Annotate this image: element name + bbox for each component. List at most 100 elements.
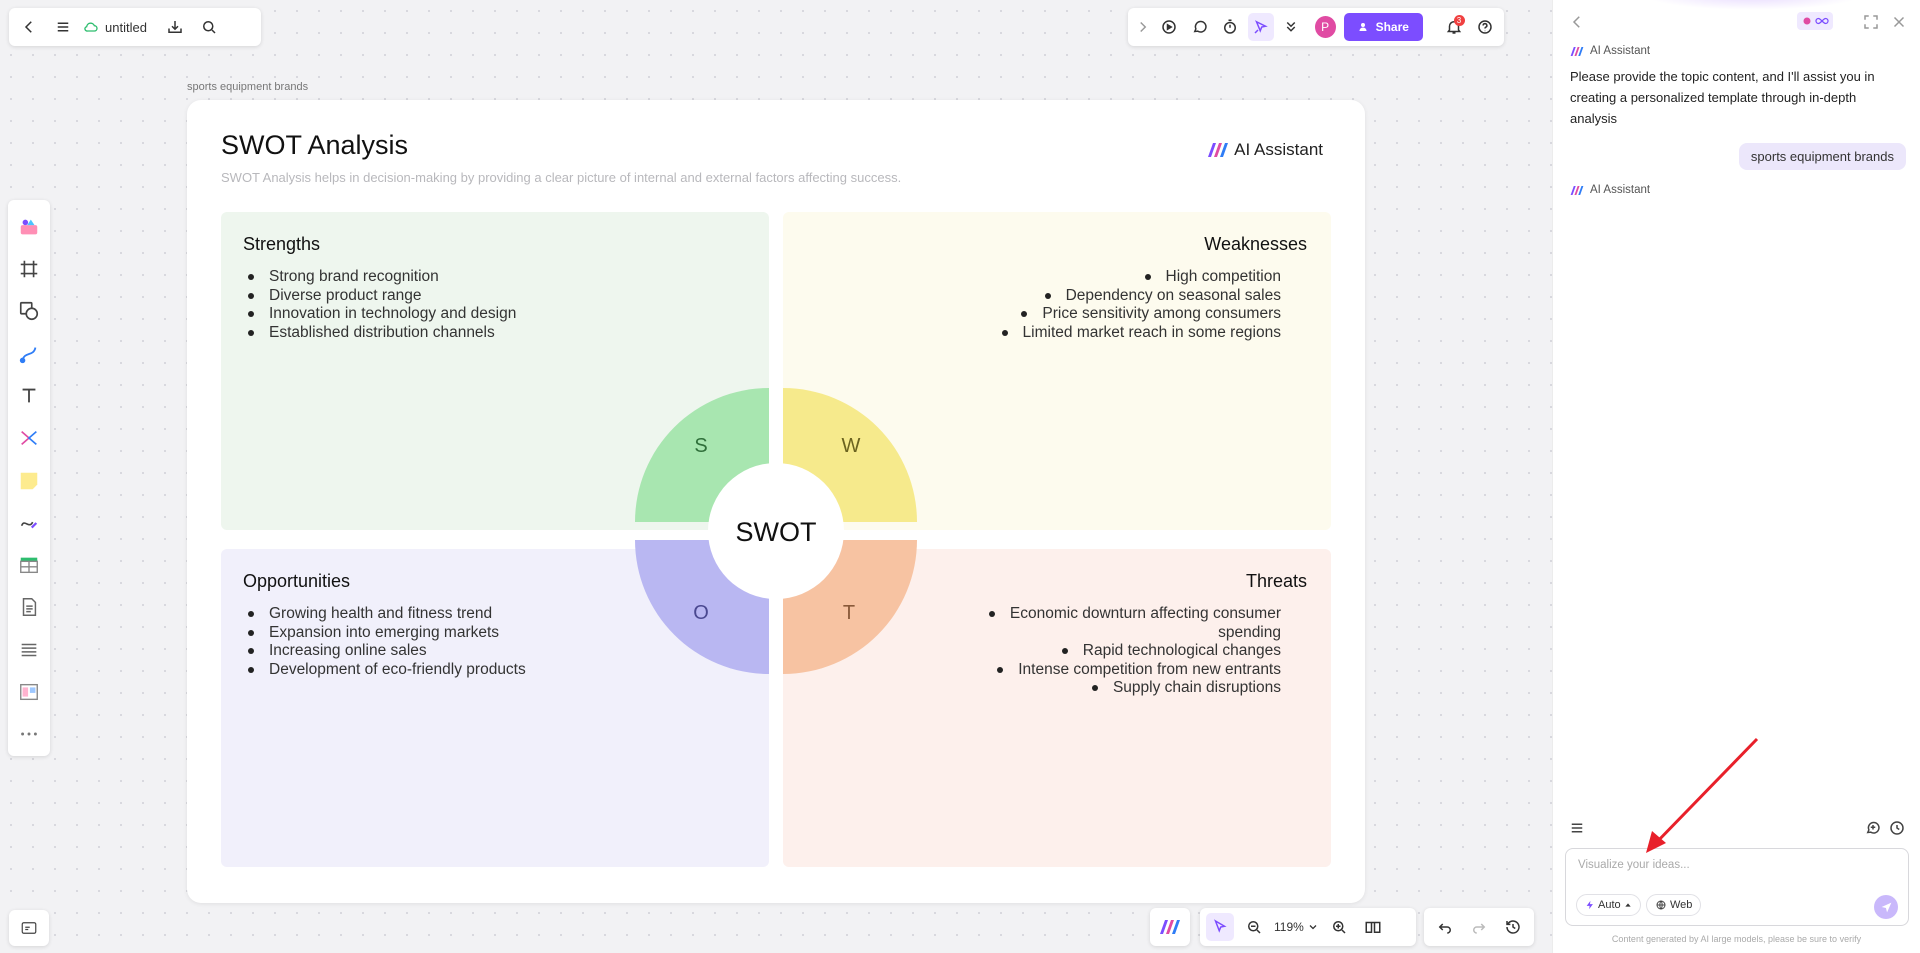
minimap-icon[interactable] bbox=[15, 914, 43, 942]
comment-icon[interactable] bbox=[1187, 13, 1214, 41]
mind-map-tool-icon[interactable] bbox=[12, 418, 46, 459]
zoom-level: 119% bbox=[1274, 920, 1304, 934]
list-item: Strong brand recognition bbox=[247, 268, 516, 287]
back-icon[interactable] bbox=[15, 13, 43, 41]
table-tool-icon[interactable] bbox=[12, 545, 46, 586]
page-subtitle: SWOT Analysis helps in decision-making b… bbox=[221, 170, 902, 185]
shape-tool-icon[interactable] bbox=[12, 291, 46, 332]
search-icon[interactable] bbox=[195, 13, 223, 41]
send-button[interactable] bbox=[1874, 895, 1898, 919]
list-tool-icon[interactable] bbox=[12, 629, 46, 670]
weaknesses-letter: W bbox=[842, 435, 861, 457]
assistant-name: AI Assistant bbox=[1590, 45, 1651, 57]
list-item: Expansion into emerging markets bbox=[248, 624, 526, 643]
redo-icon[interactable] bbox=[1465, 913, 1493, 941]
history-toolbar bbox=[1424, 908, 1534, 946]
document-title[interactable]: untitled bbox=[105, 20, 147, 35]
list-item: Intense competition from new entrants bbox=[961, 661, 1281, 680]
list-item: Growing health and fitness trend bbox=[248, 605, 526, 624]
sticky-note-tool-icon[interactable] bbox=[12, 460, 46, 501]
chat-list-icon[interactable] bbox=[1563, 814, 1591, 842]
ai-templates-icon[interactable] bbox=[12, 206, 46, 247]
ai-logo-icon bbox=[1570, 185, 1584, 196]
chat-input[interactable] bbox=[1578, 859, 1878, 871]
caret-up-icon bbox=[1624, 901, 1632, 909]
close-icon[interactable] bbox=[1885, 8, 1913, 36]
opportunities-letter: O bbox=[693, 602, 709, 624]
frame-tool-icon[interactable] bbox=[12, 248, 46, 289]
expand-icon[interactable] bbox=[1857, 8, 1885, 36]
swot-board[interactable]: SWOT Analysis SWOT Analysis helps in dec… bbox=[187, 100, 1365, 903]
help-icon[interactable] bbox=[1472, 13, 1499, 41]
top-left-toolbar: untitled bbox=[9, 8, 261, 46]
text-tool-icon[interactable] bbox=[12, 375, 46, 416]
assistant-name: AI Assistant bbox=[1590, 184, 1651, 196]
connector-tool-icon[interactable] bbox=[12, 333, 46, 374]
notification-bell-icon[interactable]: 3 bbox=[1441, 13, 1468, 41]
ai-credits-badge[interactable] bbox=[1797, 12, 1833, 30]
strengths-letter: S bbox=[694, 435, 707, 457]
download-icon[interactable] bbox=[161, 13, 189, 41]
list-item: Diverse product range bbox=[247, 287, 516, 306]
user-message: sports equipment brands bbox=[1738, 143, 1906, 170]
bottom-left-toolbar bbox=[9, 910, 49, 946]
present-play-icon[interactable] bbox=[1156, 13, 1183, 41]
list-item: Dependency on seasonal sales bbox=[1023, 287, 1281, 306]
zoom-out-icon[interactable] bbox=[1240, 913, 1268, 941]
list-item: Price sensitivity among consumers bbox=[1021, 305, 1281, 324]
brand-logo: AI Assistant bbox=[1207, 140, 1323, 160]
brand-label: AI Assistant bbox=[1234, 140, 1323, 159]
list-item: Innovation in technology and design bbox=[247, 305, 517, 322]
laser-pointer-icon[interactable] bbox=[1247, 13, 1275, 41]
list-item: Increasing online sales bbox=[248, 642, 526, 661]
page-title: SWOT Analysis bbox=[221, 130, 409, 160]
undo-icon[interactable] bbox=[1431, 913, 1459, 941]
left-tool-palette bbox=[8, 200, 50, 756]
infinity-icon bbox=[1815, 16, 1829, 26]
ai-disclaimer: Content generated by AI large models, pl… bbox=[1611, 934, 1862, 944]
ai-quick-toolbar bbox=[1150, 908, 1190, 946]
assistant-message: Please provide the topic content, and I'… bbox=[1570, 69, 1875, 126]
timer-icon[interactable] bbox=[1217, 13, 1244, 41]
more-chevrons-icon[interactable] bbox=[1278, 13, 1305, 41]
mode-label: Auto bbox=[1598, 899, 1621, 911]
header-glow bbox=[1643, 0, 1863, 10]
notification-badge: 3 bbox=[1453, 15, 1465, 26]
collapse-panel-icon[interactable] bbox=[1563, 8, 1591, 36]
kanban-tool-icon[interactable] bbox=[12, 671, 46, 712]
pen-tool-icon[interactable] bbox=[12, 502, 46, 543]
assistant-header: AI Assistant bbox=[1570, 184, 1650, 196]
top-right-toolbar: P Share 3 bbox=[1128, 8, 1504, 46]
globe-icon bbox=[1655, 899, 1667, 911]
chevron-right-icon[interactable] bbox=[1134, 13, 1152, 41]
lightning-icon bbox=[1585, 899, 1595, 911]
book-view-icon[interactable] bbox=[1359, 913, 1387, 941]
menu-icon[interactable] bbox=[49, 13, 77, 41]
history-icon[interactable] bbox=[1499, 913, 1527, 941]
swot-center-diagram[interactable]: SWOT S W O T bbox=[635, 380, 919, 680]
mode-select-chip[interactable]: Auto bbox=[1576, 894, 1641, 916]
share-button[interactable]: Share bbox=[1343, 13, 1423, 41]
zoom-in-icon[interactable] bbox=[1325, 913, 1353, 941]
zoom-level-select[interactable]: 119% bbox=[1274, 920, 1319, 934]
ai-brain-icon bbox=[1801, 15, 1813, 27]
add-user-icon bbox=[1358, 21, 1370, 33]
web-search-chip[interactable]: Web bbox=[1646, 894, 1702, 916]
center-label: SWOT bbox=[736, 517, 817, 547]
assistant-header: AI Assistant bbox=[1570, 45, 1650, 57]
threats-heading: Threats bbox=[1245, 571, 1307, 591]
more-tools-icon[interactable] bbox=[12, 714, 46, 755]
document-title-area[interactable]: untitled bbox=[83, 19, 155, 35]
ai-logo-icon[interactable] bbox=[1156, 913, 1184, 941]
frame-label[interactable]: sports equipment brands bbox=[187, 81, 308, 93]
chat-history-icon[interactable] bbox=[1883, 814, 1911, 842]
list-item: Rapid technological changes bbox=[961, 642, 1281, 661]
list-item: Economic downturn affecting consumer spe… bbox=[961, 605, 1281, 642]
avatar[interactable]: P bbox=[1314, 16, 1336, 38]
document-tool-icon[interactable] bbox=[12, 587, 46, 628]
strengths-heading: Strengths bbox=[243, 234, 321, 254]
list-item: Development of eco-friendly products bbox=[248, 660, 526, 678]
list-item: Established distribution channels bbox=[247, 324, 516, 343]
select-cursor-icon[interactable] bbox=[1206, 913, 1234, 941]
threats-letter: T bbox=[843, 602, 855, 624]
